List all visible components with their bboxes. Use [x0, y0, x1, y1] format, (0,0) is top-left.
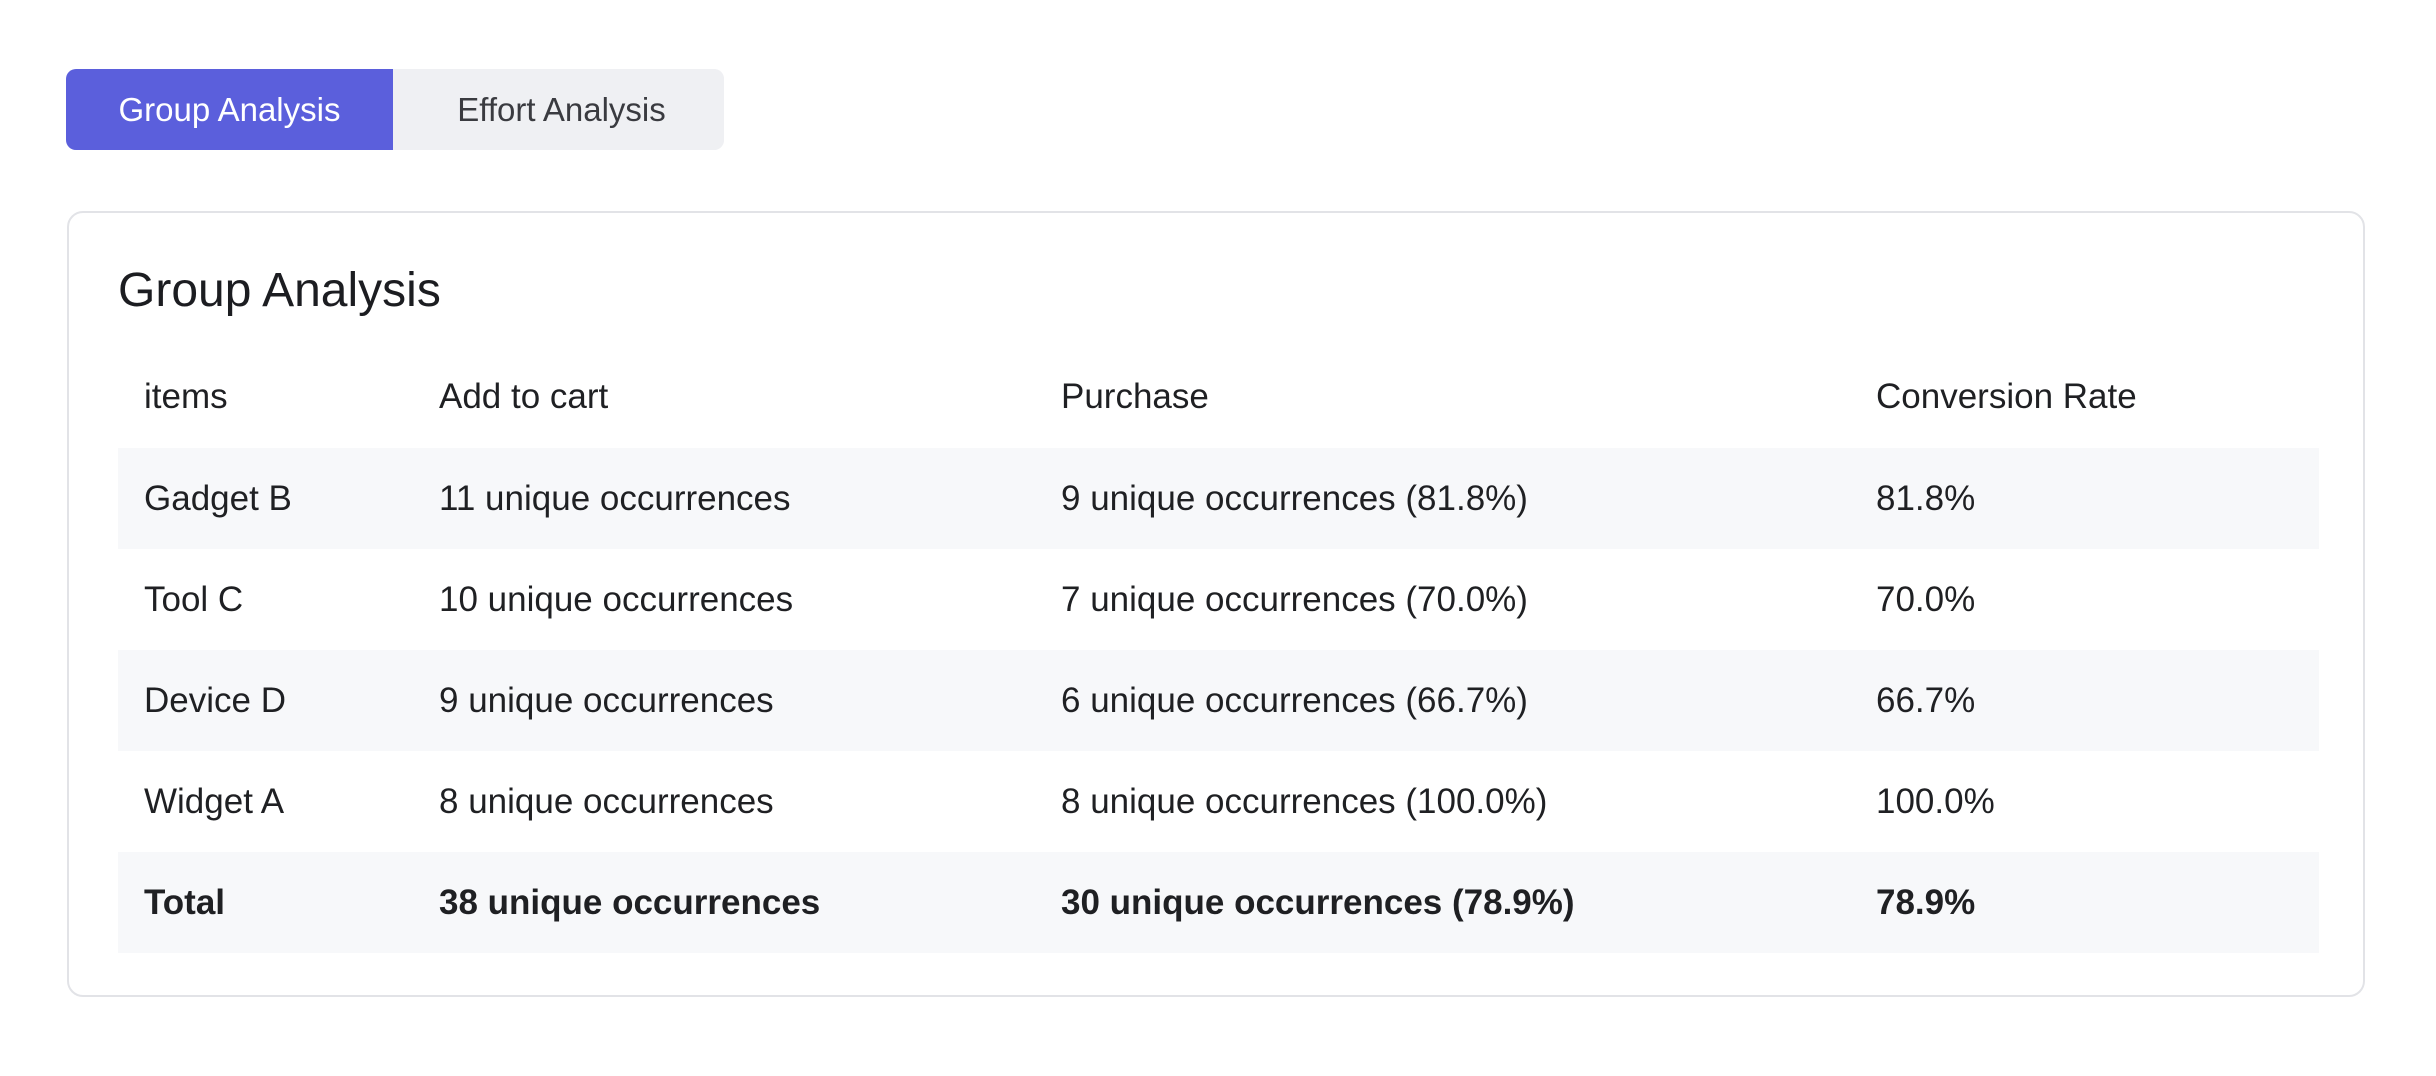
column-header-conversion-rate[interactable]: Conversion Rate	[1876, 346, 2137, 448]
group-analysis-card: Group Analysis items Add to cart Purchas…	[67, 211, 2365, 997]
column-header-add-to-cart[interactable]: Add to cart	[439, 346, 608, 448]
purchase-value: 6 unique occurrences (66.7%)	[1061, 680, 1528, 720]
add-to-cart-value: 11 unique occurrences	[439, 478, 791, 518]
total-conversion-rate: 78.9%	[1876, 882, 1976, 922]
total-label: Total	[144, 882, 226, 922]
purchase-value: 9 unique occurrences (81.8%)	[1061, 478, 1528, 518]
table-header-row: items Add to cart Purchase Conversion Ra…	[118, 346, 2319, 448]
conversion-rate-value: 100.0%	[1876, 781, 1995, 821]
column-header-purchase[interactable]: Purchase	[1061, 346, 1209, 448]
column-header-items[interactable]: items	[144, 346, 228, 448]
add-to-cart-value: 10 unique occurrences	[439, 579, 794, 619]
analysis-table: items Add to cart Purchase Conversion Ra…	[118, 346, 2319, 953]
tab-effort-analysis[interactable]: Effort Analysis	[399, 69, 724, 150]
conversion-rate-value: 70.0%	[1876, 579, 1976, 619]
table-total-row: Total 38 unique occurrences 30 unique oc…	[118, 852, 2319, 953]
conversion-rate-value: 66.7%	[1876, 680, 1976, 720]
purchase-value: 7 unique occurrences (70.0%)	[1061, 579, 1528, 619]
purchase-value: 8 unique occurrences (100.0%)	[1061, 781, 1548, 821]
total-add-to-cart: 38 unique occurrences	[439, 882, 821, 922]
total-purchase: 30 unique occurrences (78.9%)	[1061, 882, 1575, 922]
item-name: Tool C	[144, 579, 244, 619]
item-name: Device D	[144, 680, 286, 720]
item-name: Widget A	[144, 781, 285, 821]
card-title: Group Analysis	[118, 264, 441, 317]
table-row: Tool C 10 unique occurrences 7 unique oc…	[118, 549, 2319, 650]
table-row: Gadget B 11 unique occurrences 9 unique …	[118, 448, 2319, 549]
table-row: Widget A 8 unique occurrences 8 unique o…	[118, 751, 2319, 852]
tab-group-analysis[interactable]: Group Analysis	[66, 69, 393, 150]
analysis-tabs: Group Analysis Effort Analysis	[66, 69, 724, 150]
add-to-cart-value: 8 unique occurrences	[439, 781, 774, 821]
table-row: Device D 9 unique occurrences 6 unique o…	[118, 650, 2319, 751]
item-name: Gadget B	[144, 478, 292, 518]
conversion-rate-value: 81.8%	[1876, 478, 1976, 518]
add-to-cart-value: 9 unique occurrences	[439, 680, 774, 720]
